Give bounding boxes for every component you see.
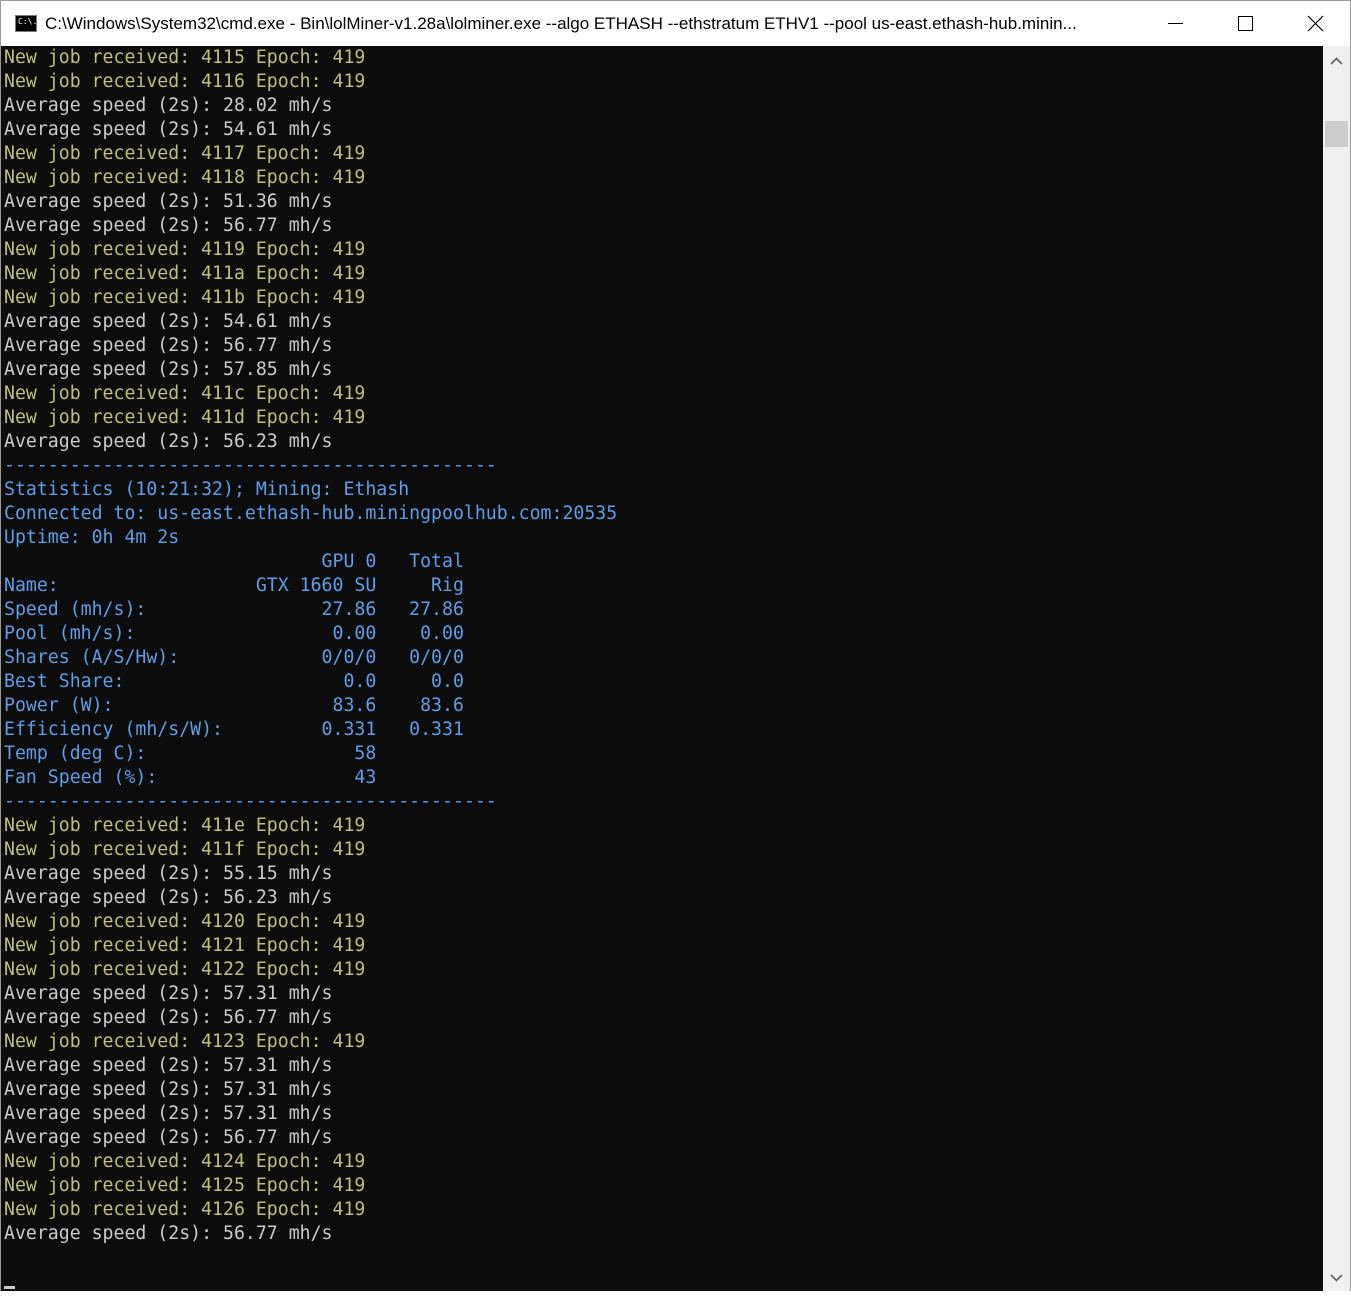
console-line-stat: ----------------------------------------… <box>4 791 497 812</box>
console-line-speed: Average speed (2s): 56.23 mh/s <box>4 887 333 908</box>
console-line-job: New job received: 4123 Epoch: 419 <box>4 1031 366 1052</box>
console-line-job: New job received: 4122 Epoch: 419 <box>4 959 366 980</box>
console-line-speed: Average speed (2s): 56.23 mh/s <box>4 431 333 452</box>
console-line-speed: Average speed (2s): 55.15 mh/s <box>4 863 333 884</box>
chevron-up-icon <box>1330 57 1343 65</box>
console-output[interactable]: New job received: 4115 Epoch: 419 New job… <box>1 46 1323 1291</box>
console-line-speed: Average speed (2s): 56.77 mh/s <box>4 1127 333 1148</box>
console-line-job: New job received: 411c Epoch: 419 <box>4 383 366 404</box>
console-line-stat: Pool (mh/s): 0.00 0.00 <box>4 623 464 644</box>
scroll-down-button[interactable] <box>1323 1264 1350 1291</box>
console-line-job: New job received: 411a Epoch: 419 <box>4 263 366 284</box>
console-line-speed: Average speed (2s): 54.61 mh/s <box>4 119 333 140</box>
console-line-stat: Fan Speed (%): 43 <box>4 767 377 788</box>
console-line-job: New job received: 4121 Epoch: 419 <box>4 935 366 956</box>
vertical-scrollbar[interactable] <box>1323 46 1350 1291</box>
console-line-job: New job received: 4120 Epoch: 419 <box>4 911 366 932</box>
console-line-speed: Average speed (2s): 51.36 mh/s <box>4 191 333 212</box>
console-line-stat: Best Share: 0.0 0.0 <box>4 671 464 692</box>
title-bar[interactable]: C:\. C:\Windows\System32\cmd.exe - Bin\l… <box>1 1 1350 46</box>
console-line-speed: Average speed (2s): 57.31 mh/s <box>4 1103 333 1124</box>
close-button[interactable] <box>1280 1 1350 46</box>
maximize-button[interactable] <box>1210 1 1280 46</box>
console-line-job: New job received: 4118 Epoch: 419 <box>4 167 366 188</box>
console-line-speed: Average speed (2s): 56.77 mh/s <box>4 1223 333 1244</box>
console-line-stat: Shares (A/S/Hw): 0/0/0 0/0/0 <box>4 647 464 668</box>
console-window: C:\. C:\Windows\System32\cmd.exe - Bin\l… <box>0 0 1351 1291</box>
console-line-job: New job received: 4126 Epoch: 419 <box>4 1199 366 1220</box>
console-line-job: New job received: 411e Epoch: 419 <box>4 815 366 836</box>
console-line-job: New job received: 411f Epoch: 419 <box>4 839 366 860</box>
window-title: C:\Windows\System32\cmd.exe - Bin\lolMin… <box>45 14 1077 33</box>
console-line-stat: Statistics (10:21:32); Mining: Ethash <box>4 479 410 500</box>
console-line-stat: Power (W): 83.6 83.6 <box>4 695 464 716</box>
console-line-stat: Connected to: us-east.ethash-hub.miningp… <box>4 503 618 524</box>
console-line-stat: GPU 0 Total <box>4 551 464 572</box>
console-line-job: New job received: 4119 Epoch: 419 <box>4 239 366 260</box>
maximize-icon <box>1238 16 1253 31</box>
minimize-button[interactable] <box>1140 1 1210 46</box>
close-icon <box>1307 15 1324 32</box>
console-line-stat: Uptime: 0h 4m 2s <box>4 527 180 548</box>
console-line-job: New job received: 4115 Epoch: 419 <box>4 47 366 68</box>
console-line-job: New job received: 4117 Epoch: 419 <box>4 143 366 164</box>
scroll-up-button[interactable] <box>1323 48 1350 75</box>
console-lines: New job received: 4115 Epoch: 419 New job… <box>4 46 617 1246</box>
cmd-app-icon[interactable]: C:\. <box>15 15 37 32</box>
console-line-job: New job received: 411b Epoch: 419 <box>4 287 366 308</box>
console-line-speed: Average speed (2s): 57.31 mh/s <box>4 1079 333 1100</box>
console-line-speed: Average speed (2s): 57.31 mh/s <box>4 983 333 1004</box>
console-line-speed: Average speed (2s): 54.61 mh/s <box>4 311 333 332</box>
console-line-stat: Temp (deg C): 58 <box>4 743 377 764</box>
text-cursor <box>4 1286 15 1289</box>
console-line-speed: Average speed (2s): 56.77 mh/s <box>4 215 333 236</box>
console-line-job: New job received: 4116 Epoch: 419 <box>4 71 366 92</box>
console-line-speed: Average speed (2s): 57.85 mh/s <box>4 359 333 380</box>
console-line-speed: Average speed (2s): 28.02 mh/s <box>4 95 333 116</box>
console-line-job: New job received: 4124 Epoch: 419 <box>4 1151 366 1172</box>
chevron-down-icon <box>1330 1274 1343 1282</box>
scroll-thumb[interactable] <box>1325 121 1348 147</box>
console-line-stat: ----------------------------------------… <box>4 455 497 476</box>
minimize-icon <box>1168 23 1183 24</box>
console-line-job: New job received: 4125 Epoch: 419 <box>4 1175 366 1196</box>
console-line-speed: Average speed (2s): 56.77 mh/s <box>4 335 333 356</box>
console-line-speed: Average speed (2s): 57.31 mh/s <box>4 1055 333 1076</box>
console-line-job: New job received: 411d Epoch: 419 <box>4 407 366 428</box>
console-line-stat: Efficiency (mh/s/W): 0.331 0.331 <box>4 719 464 740</box>
console-line-stat: Speed (mh/s): 27.86 27.86 <box>4 599 464 620</box>
console-line-speed: Average speed (2s): 56.77 mh/s <box>4 1007 333 1028</box>
console-line-stat: Name: GTX 1660 SU Rig <box>4 575 464 596</box>
